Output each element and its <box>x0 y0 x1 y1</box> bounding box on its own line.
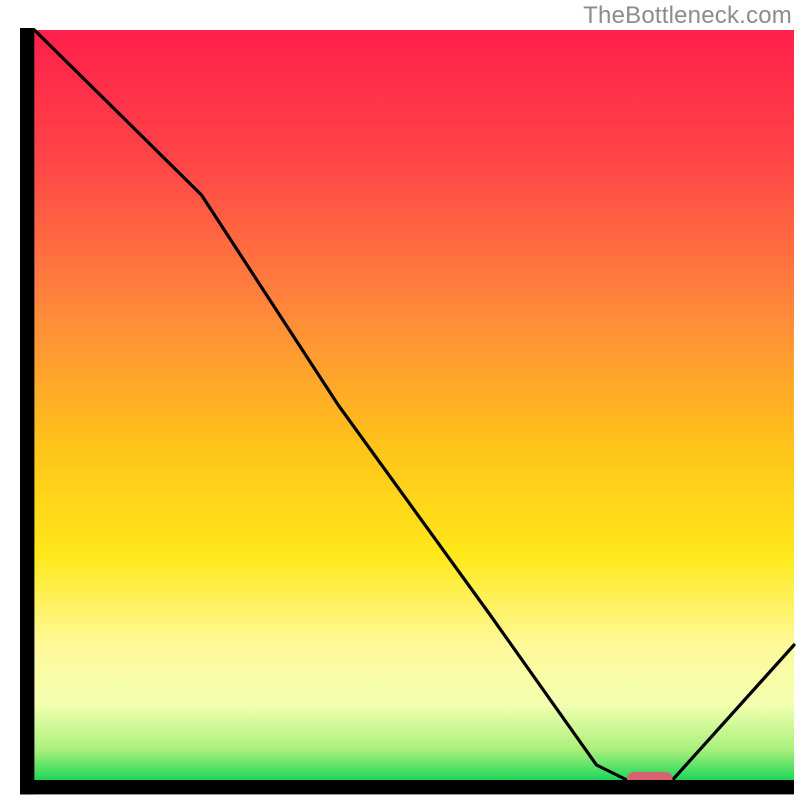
x-axis <box>20 780 794 794</box>
y-axis <box>20 28 34 794</box>
attribution-text: TheBottleneck.com <box>583 2 792 30</box>
bottleneck-chart: TheBottleneck.com <box>0 0 800 800</box>
chart-svg <box>0 0 800 800</box>
